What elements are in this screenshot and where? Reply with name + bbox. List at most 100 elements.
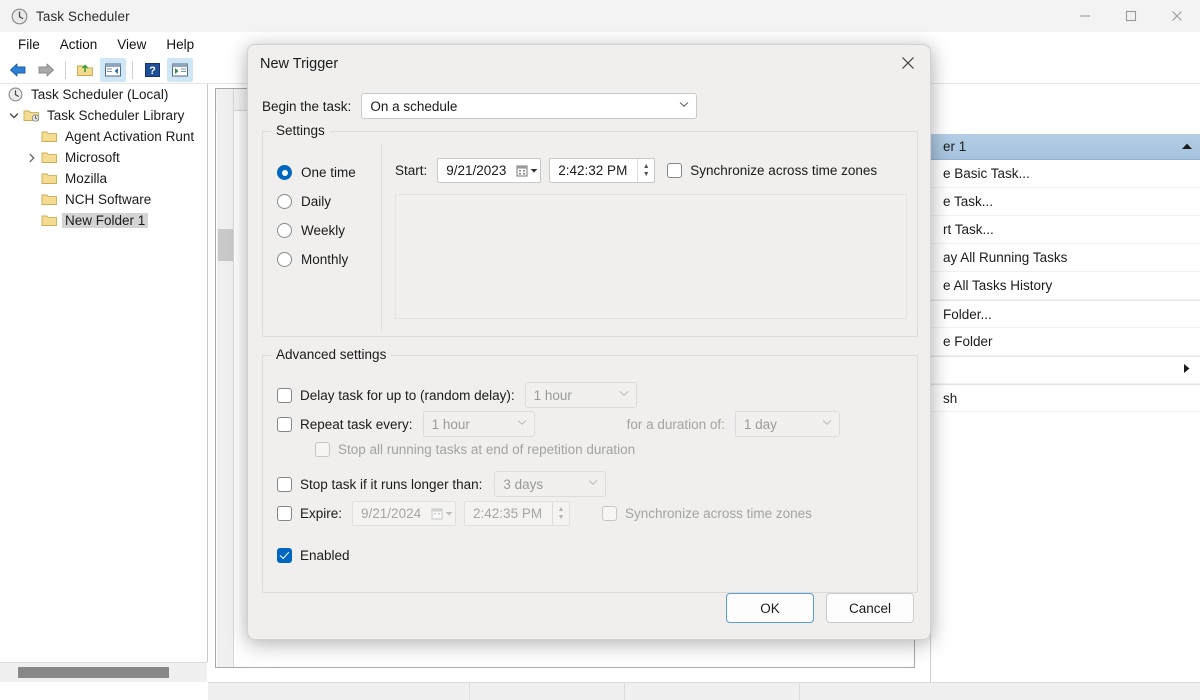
delay-duration-select[interactable]: 1 hour — [525, 382, 637, 408]
radio-indicator — [277, 194, 292, 209]
expire-date-field[interactable]: 9/21/2024 — [352, 501, 456, 526]
tree-item-microsoft[interactable]: Microsoft — [0, 147, 207, 168]
window-titlebar: Task Scheduler — [0, 0, 1200, 32]
begin-task-value: On a schedule — [370, 99, 457, 114]
spinner-down-icon[interactable]: ▼ — [643, 171, 650, 179]
action-refresh[interactable]: sh — [931, 384, 1200, 412]
dialog-title: New Trigger — [260, 56, 338, 72]
start-label: Start: — [395, 163, 427, 178]
action-new-folder[interactable]: Folder... — [931, 300, 1200, 328]
show-hide-action-pane-icon[interactable] — [167, 58, 193, 82]
sync-timezones-label: Synchronize across time zones — [690, 163, 877, 178]
radio-one-time[interactable]: One time — [277, 158, 356, 187]
clock-icon — [10, 7, 28, 25]
tree-item-task-scheduler-local[interactable]: Task Scheduler (Local) — [0, 84, 207, 105]
spinner-up-icon[interactable]: ▲ — [643, 163, 650, 171]
stop-all-running-tasks-label: Stop all running tasks at end of repetit… — [338, 442, 635, 457]
stop-task-longer-row: Stop task if it runs longer than: 3 days — [277, 471, 606, 497]
menu-help[interactable]: Help — [156, 35, 204, 54]
action-view-submenu[interactable] — [931, 356, 1200, 384]
action-enable-all-tasks-history[interactable]: e All Tasks History — [931, 272, 1200, 300]
minimize-button[interactable] — [1062, 0, 1108, 32]
library-folder-icon — [22, 108, 40, 124]
close-button[interactable] — [1154, 0, 1200, 32]
scrollbar-thumb[interactable] — [218, 229, 233, 261]
checkbox-indicator — [277, 477, 292, 492]
tree-item-mozilla[interactable]: Mozilla — [0, 168, 207, 189]
chevron-right-icon[interactable] — [24, 150, 40, 166]
enabled-checkbox[interactable]: Enabled — [277, 548, 350, 563]
actions-pane-header[interactable]: er 1 — [931, 134, 1200, 160]
window-controls — [1062, 0, 1200, 32]
stop-all-running-tasks-checkbox[interactable]: Stop all running tasks at end of repetit… — [315, 442, 635, 457]
cancel-button[interactable]: Cancel — [826, 593, 914, 623]
spinner-down-icon[interactable]: ▼ — [558, 514, 565, 522]
repeat-duration-select[interactable]: 1 day — [735, 411, 840, 437]
schedule-radio-group: One time Daily Weekly Monthly — [277, 158, 356, 274]
chevron-down-icon — [822, 419, 832, 429]
action-create-task[interactable]: e Task... — [931, 188, 1200, 216]
radio-weekly[interactable]: Weekly — [277, 216, 356, 245]
start-time-field[interactable]: 2:42:32 PM ▲ ▼ — [549, 158, 655, 183]
begin-task-select[interactable]: On a schedule — [361, 93, 697, 119]
stop-task-duration-select[interactable]: 3 days — [494, 471, 606, 497]
tree-item-label: Microsoft — [62, 150, 123, 165]
actions-pane-title: er 1 — [943, 139, 966, 154]
tree-item-new-folder-1[interactable]: New Folder 1 — [0, 210, 207, 231]
begin-task-row: Begin the task: On a schedule — [262, 93, 697, 119]
time-spinner[interactable]: ▲ ▼ — [552, 502, 569, 525]
spinner-up-icon[interactable]: ▲ — [558, 506, 565, 514]
advanced-settings-group: Advanced settings Delay task for up to (… — [262, 355, 918, 593]
expire-sync-timezones-checkbox[interactable]: Synchronize across time zones — [602, 506, 812, 521]
repeat-task-checkbox[interactable]: Repeat task every: — [277, 417, 413, 432]
chevron-up-icon[interactable] — [1181, 139, 1193, 154]
settings-divider — [381, 144, 382, 330]
action-import-task[interactable]: rt Task... — [931, 216, 1200, 244]
close-icon[interactable] — [886, 45, 930, 81]
chevron-down-icon — [619, 390, 629, 400]
expire-time-value: 2:42:35 PM — [465, 506, 552, 521]
repeat-duration-value: 1 day — [744, 417, 777, 432]
calendar-icon[interactable] — [429, 502, 455, 525]
action-label: rt Task... — [943, 222, 994, 237]
task-list-vertical-scrollbar[interactable] — [217, 89, 234, 667]
time-spinner[interactable]: ▲ ▼ — [637, 159, 654, 182]
action-create-basic-task[interactable]: e Basic Task... — [931, 160, 1200, 188]
settings-group-title: Settings — [271, 123, 330, 138]
radio-monthly[interactable]: Monthly — [277, 245, 356, 274]
action-display-all-running-tasks[interactable]: ay All Running Tasks — [931, 244, 1200, 272]
chevron-right-icon[interactable] — [1183, 363, 1191, 377]
status-cell-3 — [625, 683, 800, 700]
menu-action[interactable]: Action — [50, 35, 108, 54]
back-icon[interactable] — [5, 58, 31, 82]
ok-button[interactable]: OK — [726, 593, 814, 623]
chevron-down-icon[interactable] — [6, 108, 22, 124]
start-date-field[interactable]: 9/21/2023 — [437, 158, 541, 183]
maximize-button[interactable] — [1108, 0, 1154, 32]
expire-time-field[interactable]: 2:42:35 PM ▲ ▼ — [464, 501, 570, 526]
statusbar — [208, 682, 1200, 700]
up-one-level-icon[interactable] — [72, 58, 98, 82]
repeat-interval-select[interactable]: 1 hour — [423, 411, 535, 437]
stop-task-longer-checkbox[interactable]: Stop task if it runs longer than: — [277, 477, 482, 492]
show-hide-console-tree-icon[interactable] — [100, 58, 126, 82]
menu-view[interactable]: View — [107, 35, 156, 54]
checkbox-indicator — [277, 417, 292, 432]
radio-daily[interactable]: Daily — [277, 187, 356, 216]
tree-item-agent-activation-runt[interactable]: Agent Activation Runt — [0, 126, 207, 147]
tree-item-task-scheduler-library[interactable]: Task Scheduler Library — [0, 105, 207, 126]
delay-task-checkbox[interactable]: Delay task for up to (random delay): — [277, 388, 515, 403]
menu-file[interactable]: File — [8, 35, 50, 54]
help-icon[interactable]: ? — [139, 58, 165, 82]
folder-icon — [40, 150, 58, 166]
tree-horizontal-scrollbar[interactable] — [0, 662, 207, 682]
tree-item-nch-software[interactable]: NCH Software — [0, 189, 207, 210]
delay-duration-value: 1 hour — [534, 388, 572, 403]
calendar-icon[interactable] — [514, 159, 540, 182]
expire-checkbox[interactable]: Expire: — [277, 506, 342, 521]
scrollbar-thumb[interactable] — [18, 667, 169, 678]
forward-icon[interactable] — [33, 58, 59, 82]
sync-timezones-checkbox[interactable]: Synchronize across time zones — [667, 163, 877, 178]
action-delete-folder[interactable]: e Folder — [931, 328, 1200, 356]
radio-label: Monthly — [301, 252, 348, 267]
